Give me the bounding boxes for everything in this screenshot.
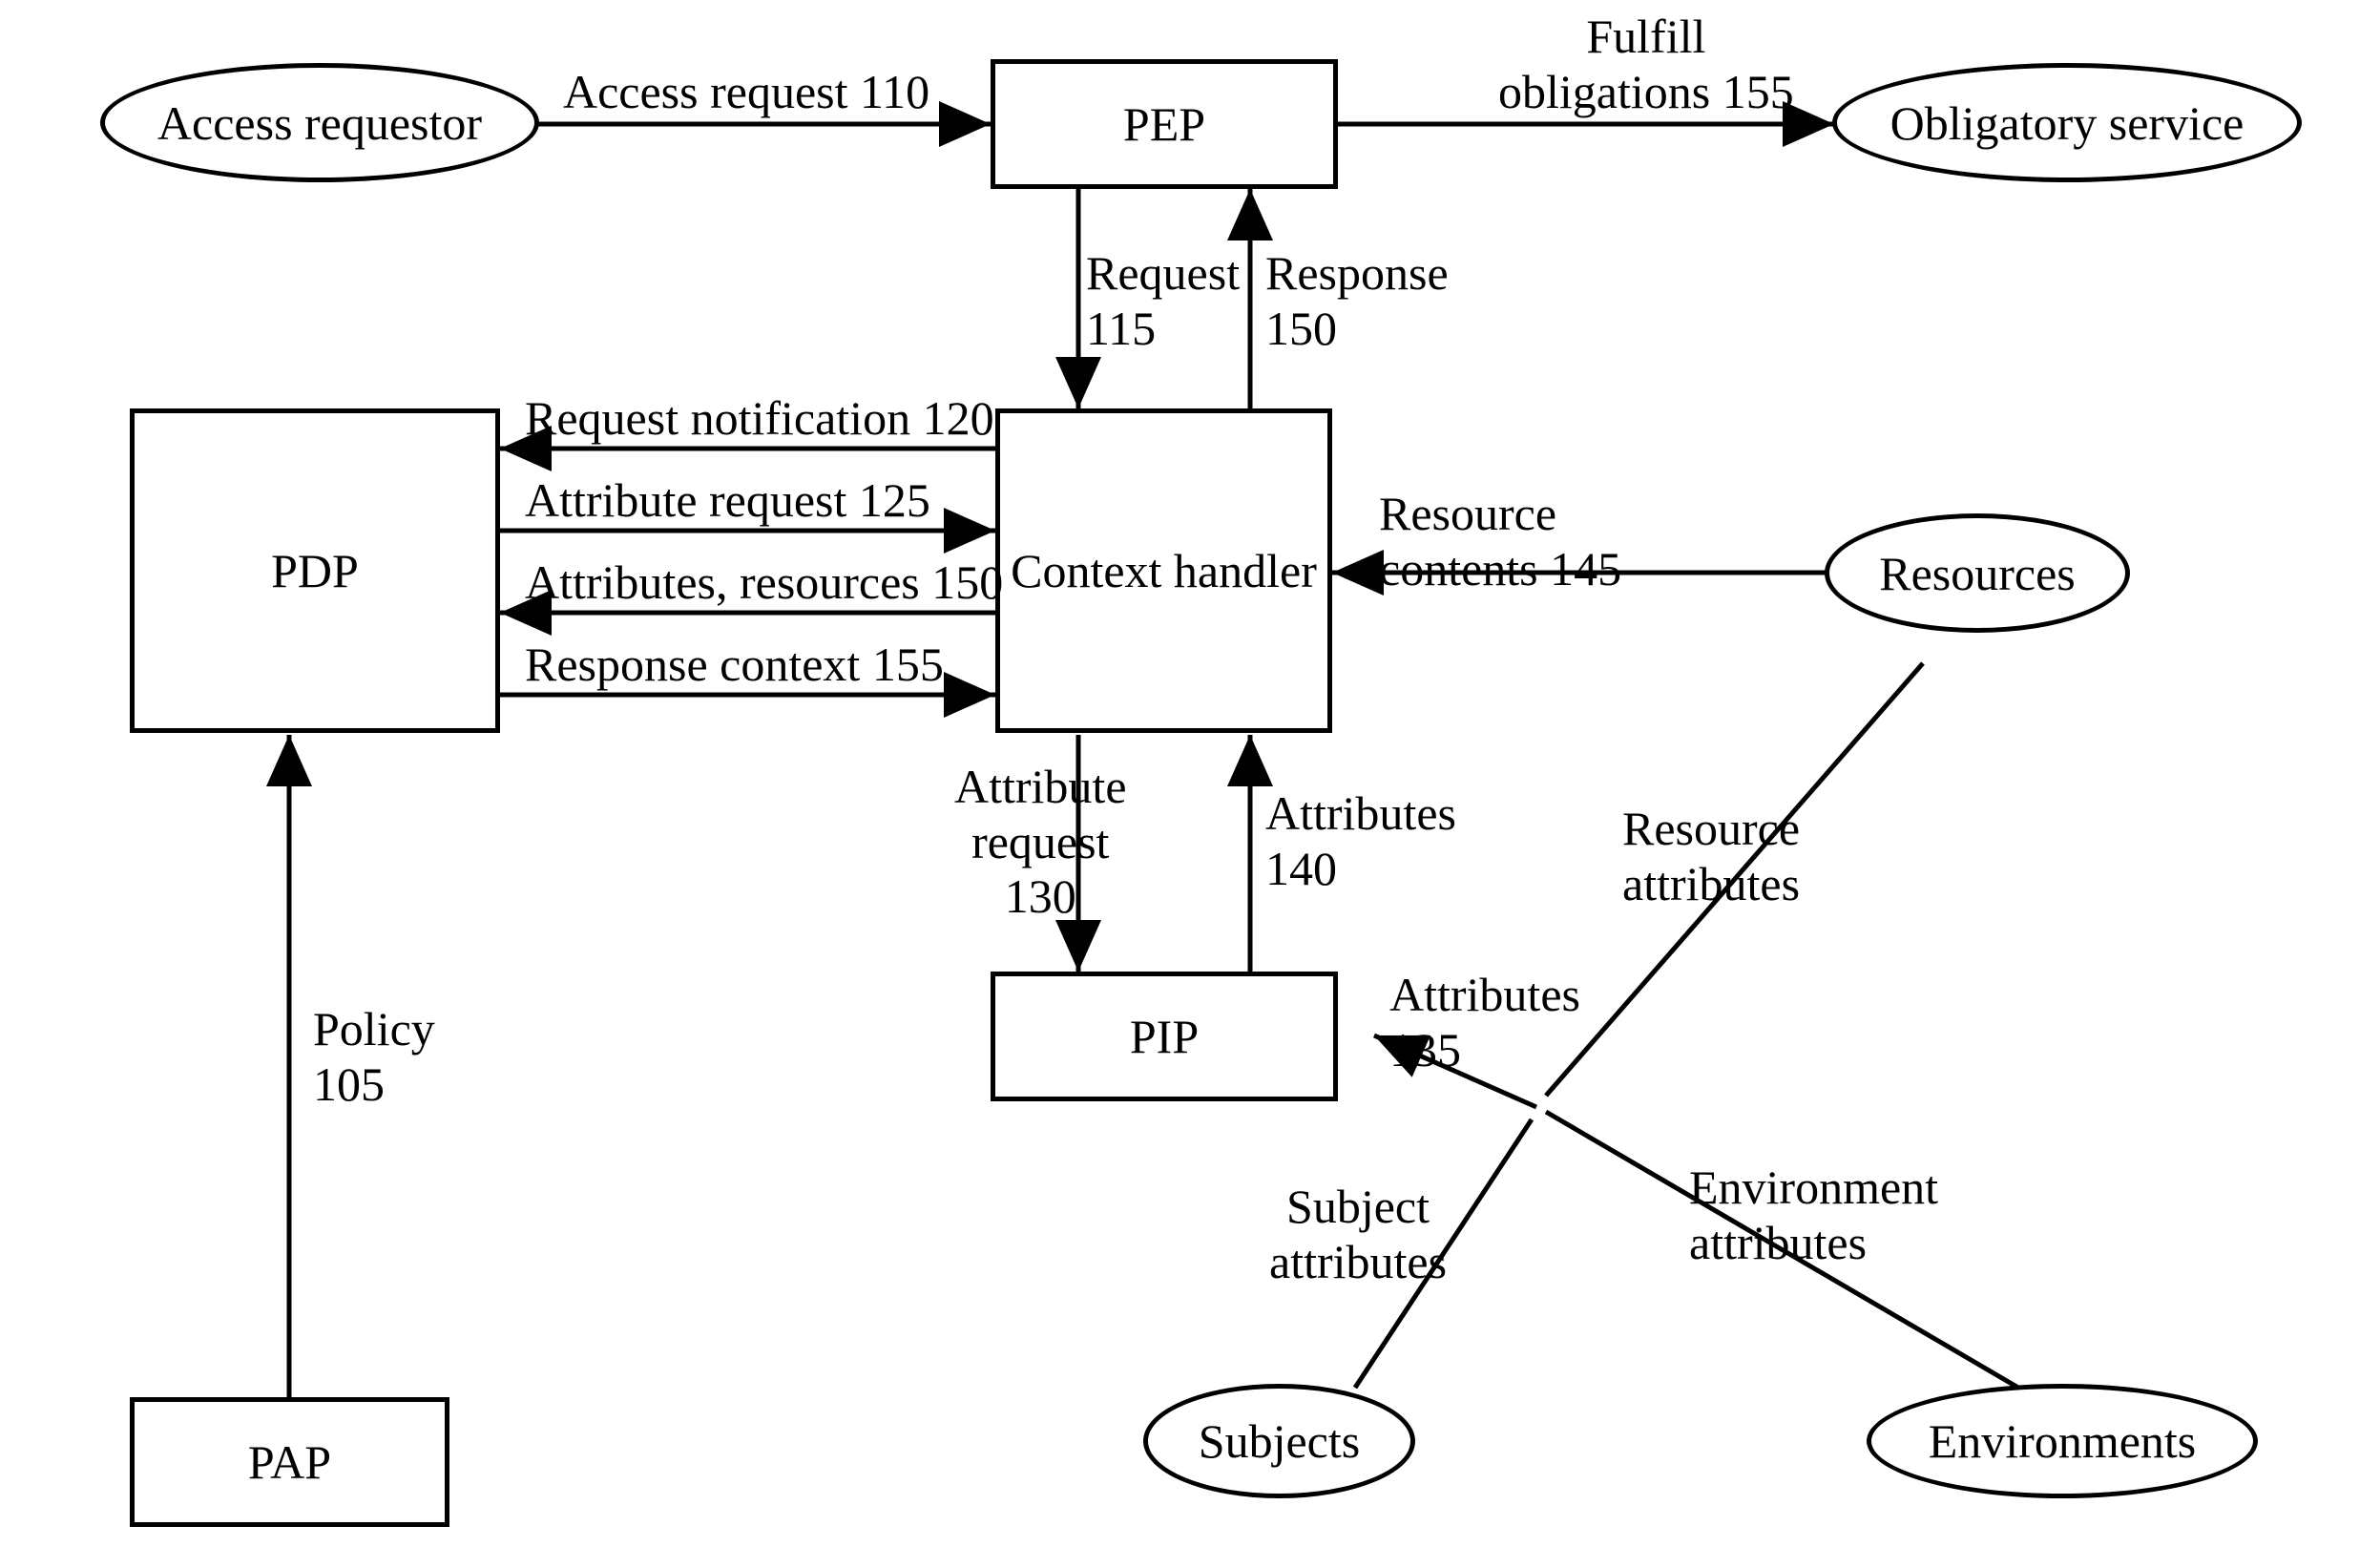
- edge-label-fulfill-obligations: Fulfill obligations 155: [1498, 10, 1794, 119]
- node-label: PEP: [1123, 95, 1205, 153]
- edge-label-resource-attributes: Resource attributes: [1622, 802, 1800, 911]
- edge-label-environment-attributes: Environment attributes: [1689, 1160, 1938, 1270]
- edge-label-attributes-135: Attributes 135: [1389, 968, 1580, 1077]
- node-label: PAP: [248, 1433, 331, 1491]
- node-pdp: PDP: [130, 408, 500, 733]
- node-label: Subjects: [1199, 1412, 1360, 1470]
- diagram-canvas: Access requestor PEP Obligatory service …: [0, 0, 2380, 1568]
- node-pep: PEP: [991, 59, 1338, 189]
- node-label: Obligatory service: [1890, 94, 2244, 152]
- edge-label-attribute-request-130: Attribute request 130: [954, 760, 1127, 925]
- node-context-handler: Context handler: [995, 408, 1332, 733]
- node-label: PIP: [1130, 1008, 1199, 1065]
- node-subjects: Subjects: [1143, 1384, 1415, 1498]
- edge-label-resource-contents-145: Resource contents 145: [1379, 487, 1621, 596]
- node-pip: PIP: [991, 972, 1338, 1101]
- node-label: Context handler: [1011, 542, 1317, 599]
- edge-label-response-150: Response 150: [1265, 246, 1449, 356]
- node-label: Environments: [1929, 1412, 2197, 1470]
- node-obligatory-service: Obligatory service: [1832, 63, 2302, 182]
- node-environments: Environments: [1867, 1384, 2258, 1498]
- node-pap: PAP: [130, 1397, 449, 1527]
- edge-label-attribute-request-125: Attribute request 125: [525, 473, 930, 529]
- node-label: Access requestor: [157, 94, 482, 152]
- edge-label-response-context-155: Response context 155: [525, 638, 944, 693]
- node-label: Resources: [1879, 545, 2076, 602]
- node-access-requestor: Access requestor: [100, 63, 539, 182]
- edge-label-attributes-140: Attributes 140: [1265, 786, 1456, 896]
- edge-label-subject-attributes: Subject attributes: [1269, 1180, 1447, 1289]
- node-resources: Resources: [1825, 513, 2130, 633]
- edge-label-request-115: Request 115: [1086, 246, 1240, 356]
- edge-label-access-request: Access request 110: [563, 65, 929, 120]
- edge-label-policy-105: Policy 105: [313, 1002, 435, 1112]
- edges-layer: [0, 0, 2380, 1568]
- edge-label-request-notification-120: Request notification 120: [525, 391, 994, 447]
- edge-label-attributes-resources-150: Attributes, resources 150: [525, 555, 1003, 611]
- node-label: PDP: [271, 542, 359, 599]
